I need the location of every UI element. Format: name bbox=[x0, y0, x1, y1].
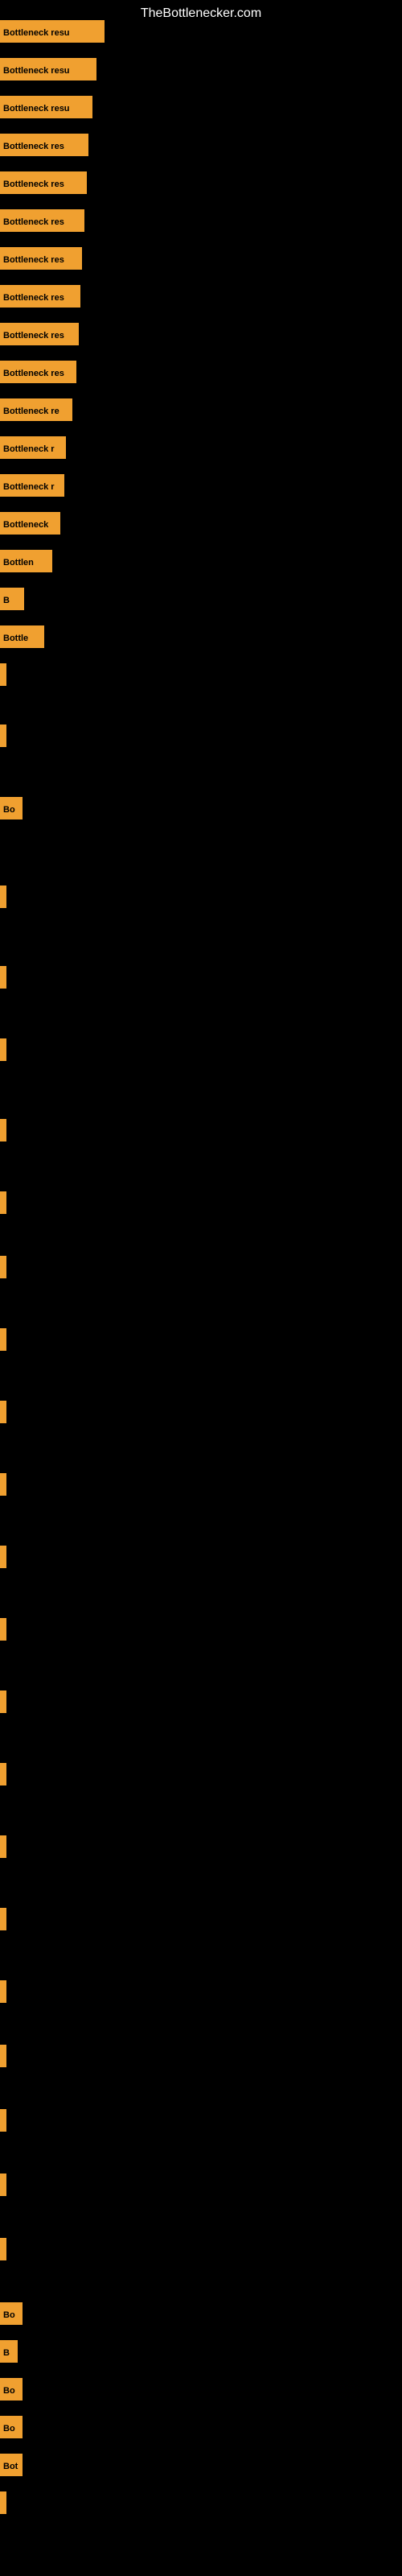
bar-label: Bo bbox=[0, 2302, 23, 2325]
bar-label: B bbox=[0, 588, 24, 610]
bar-label: Bottleneck res bbox=[0, 134, 88, 156]
bar-label: Bottleneck res bbox=[0, 361, 76, 383]
bar-line bbox=[0, 663, 6, 686]
bar-label: Bottleneck res bbox=[0, 209, 84, 232]
bar-item bbox=[0, 1546, 6, 1568]
bar-label: Bottle bbox=[0, 625, 44, 648]
bar-item bbox=[0, 724, 6, 747]
bar-line bbox=[0, 2238, 6, 2260]
bar-line bbox=[0, 1908, 6, 1930]
bar-label: Bo bbox=[0, 2416, 23, 2438]
bar-line bbox=[0, 1763, 6, 1785]
bar-item: Bo bbox=[0, 797, 23, 819]
bar-item bbox=[0, 2045, 6, 2067]
bar-line bbox=[0, 1328, 6, 1351]
bar-line bbox=[0, 1980, 6, 2003]
bar-line bbox=[0, 2109, 6, 2132]
bar-label: Bottleneck resu bbox=[0, 58, 96, 80]
bar-item bbox=[0, 1618, 6, 1641]
bar-label: Bottleneck res bbox=[0, 323, 79, 345]
bar-item: Bottleneck res bbox=[0, 323, 79, 345]
bar-line bbox=[0, 1546, 6, 1568]
bar-label: Bottleneck resu bbox=[0, 96, 92, 118]
bar-label: Bottleneck re bbox=[0, 398, 72, 421]
bar-item: Bottleneck res bbox=[0, 247, 82, 270]
bar-line bbox=[0, 1835, 6, 1858]
bar-item bbox=[0, 1328, 6, 1351]
bar-item: Bottleneck r bbox=[0, 474, 64, 497]
bar-item: Bottleneck resu bbox=[0, 20, 105, 43]
bar-line bbox=[0, 2045, 6, 2067]
bar-item bbox=[0, 886, 6, 908]
bar-label: Bo bbox=[0, 2378, 23, 2401]
bar-item: Bottleneck bbox=[0, 512, 60, 535]
bar-item bbox=[0, 1980, 6, 2003]
bar-item: B bbox=[0, 588, 24, 610]
bar-line bbox=[0, 1473, 6, 1496]
bar-line bbox=[0, 2174, 6, 2196]
bar-item bbox=[0, 2109, 6, 2132]
bar-label: Bottleneck res bbox=[0, 285, 80, 308]
bar-item bbox=[0, 2174, 6, 2196]
bar-line bbox=[0, 2491, 6, 2514]
bar-item bbox=[0, 1908, 6, 1930]
bar-item: Bo bbox=[0, 2302, 23, 2325]
bar-line bbox=[0, 1191, 6, 1214]
bar-item: Bottleneck res bbox=[0, 285, 80, 308]
bar-item bbox=[0, 966, 6, 989]
bar-item bbox=[0, 663, 6, 686]
bar-label: B bbox=[0, 2340, 18, 2363]
bar-item bbox=[0, 1038, 6, 1061]
bar-label: Bottleneck resu bbox=[0, 20, 105, 43]
bar-line bbox=[0, 1119, 6, 1141]
bar-label: Bo bbox=[0, 797, 23, 819]
bar-label: Bottleneck bbox=[0, 512, 60, 535]
bar-label: Bottleneck r bbox=[0, 436, 66, 459]
bar-item bbox=[0, 1690, 6, 1713]
bar-item bbox=[0, 1191, 6, 1214]
bar-item bbox=[0, 1473, 6, 1496]
bar-line bbox=[0, 1256, 6, 1278]
bar-label: Bot bbox=[0, 2454, 23, 2476]
bar-label: Bottleneck res bbox=[0, 247, 82, 270]
bar-item: Bottleneck res bbox=[0, 209, 84, 232]
bar-label: Bottlen bbox=[0, 550, 52, 572]
bar-item: Bottleneck re bbox=[0, 398, 72, 421]
bar-line bbox=[0, 724, 6, 747]
bar-line bbox=[0, 1401, 6, 1423]
bar-item bbox=[0, 1119, 6, 1141]
bar-item: Bottleneck r bbox=[0, 436, 66, 459]
bar-item: Bottleneck res bbox=[0, 361, 76, 383]
bar-item bbox=[0, 1763, 6, 1785]
bar-line bbox=[0, 886, 6, 908]
bar-item: Bottleneck resu bbox=[0, 96, 92, 118]
bar-item bbox=[0, 2238, 6, 2260]
bar-line bbox=[0, 966, 6, 989]
bar-item: Bot bbox=[0, 2454, 23, 2476]
bar-item: B bbox=[0, 2340, 18, 2363]
bar-item bbox=[0, 1256, 6, 1278]
bar-item: Bottleneck resu bbox=[0, 58, 96, 80]
bar-line bbox=[0, 1690, 6, 1713]
bar-item bbox=[0, 1835, 6, 1858]
bar-item bbox=[0, 2491, 6, 2514]
bar-item: Bottleneck res bbox=[0, 171, 87, 194]
bar-item: Bo bbox=[0, 2378, 23, 2401]
bar-item: Bottleneck res bbox=[0, 134, 88, 156]
bar-label: Bottleneck r bbox=[0, 474, 64, 497]
bar-item bbox=[0, 1401, 6, 1423]
bar-line bbox=[0, 1618, 6, 1641]
bar-item: Bottle bbox=[0, 625, 44, 648]
bar-item: Bottlen bbox=[0, 550, 52, 572]
bar-item: Bo bbox=[0, 2416, 23, 2438]
bar-label: Bottleneck res bbox=[0, 171, 87, 194]
bar-line bbox=[0, 1038, 6, 1061]
